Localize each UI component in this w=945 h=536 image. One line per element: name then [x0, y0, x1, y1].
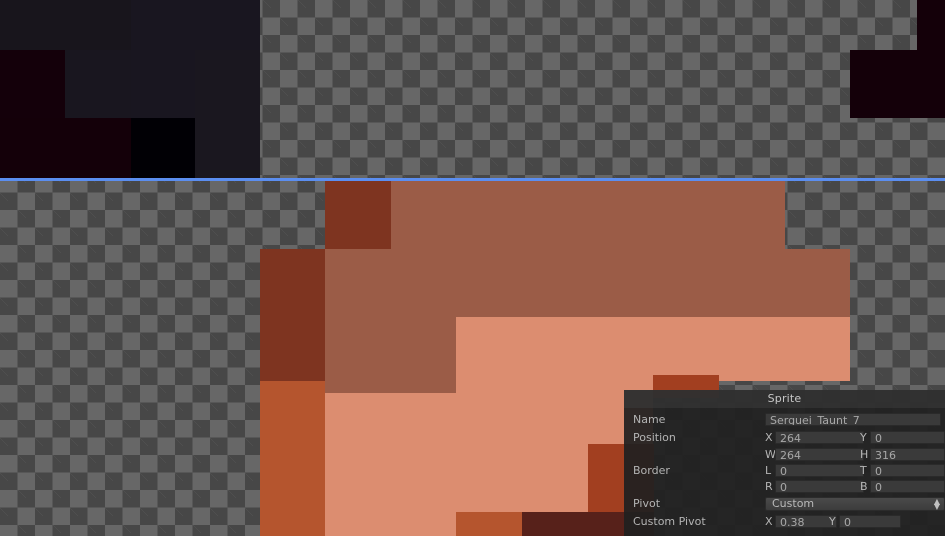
row-border: Border L 0 T 0	[624, 462, 945, 479]
sprite-pixel-block	[850, 50, 945, 118]
label-position: Position	[633, 431, 676, 444]
position-x-field[interactable]: 264	[775, 431, 864, 444]
border-l-field[interactable]: 0	[775, 464, 864, 477]
row-position: Position X 264 Y 0	[624, 429, 945, 446]
sprite-pixel-block	[325, 317, 456, 381]
sprite-pixel-block	[131, 0, 260, 50]
position-h-field[interactable]: 316	[870, 448, 945, 461]
label-custom-pivot: Custom Pivot	[633, 515, 706, 528]
sprite-pixel-block	[325, 512, 456, 536]
border-b-field[interactable]: 0	[870, 480, 945, 493]
chevron-updown-icon: ▲ ▼	[933, 497, 940, 511]
sprite-pixel-block	[195, 118, 260, 178]
sprite-inspector-panel[interactable]: Sprite Name Serguei_Taunt_7 Position X 2…	[624, 390, 945, 536]
sprite-pixel-block	[456, 512, 522, 536]
axis-label-custom-y: Y	[829, 515, 836, 528]
sprite-pixel-block	[260, 317, 325, 381]
axis-label-l: L	[765, 464, 772, 477]
axis-label-r: R	[765, 480, 773, 493]
sprite-pixel-block	[131, 50, 195, 118]
sprite-pixel-block	[0, 118, 131, 178]
sprite-pixel-block	[195, 50, 260, 118]
sprite-pixel-block	[325, 249, 850, 317]
position-w-field[interactable]: 264	[775, 448, 864, 461]
row-name: Name Serguei_Taunt_7	[624, 411, 945, 428]
sprite-pixel-block	[917, 0, 945, 50]
panel-title-bar: Sprite	[624, 390, 945, 408]
border-r-field[interactable]: 0	[775, 480, 864, 493]
custom-pivot-x-field[interactable]: 0.38	[775, 515, 837, 528]
row-pivot: Pivot Custom ▲ ▼	[624, 495, 945, 512]
sprite-pixel-block	[0, 50, 65, 118]
sprite-pixel-block	[0, 0, 131, 50]
sprite-pixel-block	[325, 181, 391, 249]
sprite-pixel-block	[456, 317, 850, 381]
label-pivot: Pivot	[633, 497, 661, 510]
axis-label-h: H	[860, 448, 869, 461]
row-size: W 264 H 316	[624, 446, 945, 463]
sprite-pixel-block	[65, 50, 131, 118]
axis-label-custom-x: X	[765, 515, 773, 528]
label-name: Name	[633, 413, 666, 426]
panel-title: Sprite	[767, 392, 802, 405]
sprite-pixel-block	[260, 381, 325, 536]
sprite-name-field[interactable]: Serguei_Taunt_7	[765, 413, 941, 426]
axis-label-b: B	[860, 480, 868, 493]
pivot-dropdown[interactable]: Custom ▲ ▼	[765, 497, 945, 511]
axis-label-x: X	[765, 431, 773, 444]
sprite-pixel-block	[260, 249, 325, 317]
position-y-field[interactable]: 0	[870, 431, 945, 444]
row-border-rb: R 0 B 0	[624, 478, 945, 495]
sprite-pixel-block	[131, 118, 195, 178]
row-custom-pivot: Custom Pivot X 0.38 Y 0	[624, 513, 945, 530]
axis-label-t: T	[860, 464, 867, 477]
pivot-dropdown-value: Custom	[772, 497, 815, 510]
sprite-pixel-block	[391, 181, 785, 249]
label-border: Border	[633, 464, 670, 477]
axis-label-y: Y	[860, 431, 867, 444]
sprite-pixel-block	[325, 381, 456, 393]
border-t-field[interactable]: 0	[870, 464, 945, 477]
sprite-editor-canvas[interactable]: Sprite Name Serguei_Taunt_7 Position X 2…	[0, 0, 945, 536]
custom-pivot-y-field[interactable]: 0	[839, 515, 901, 528]
